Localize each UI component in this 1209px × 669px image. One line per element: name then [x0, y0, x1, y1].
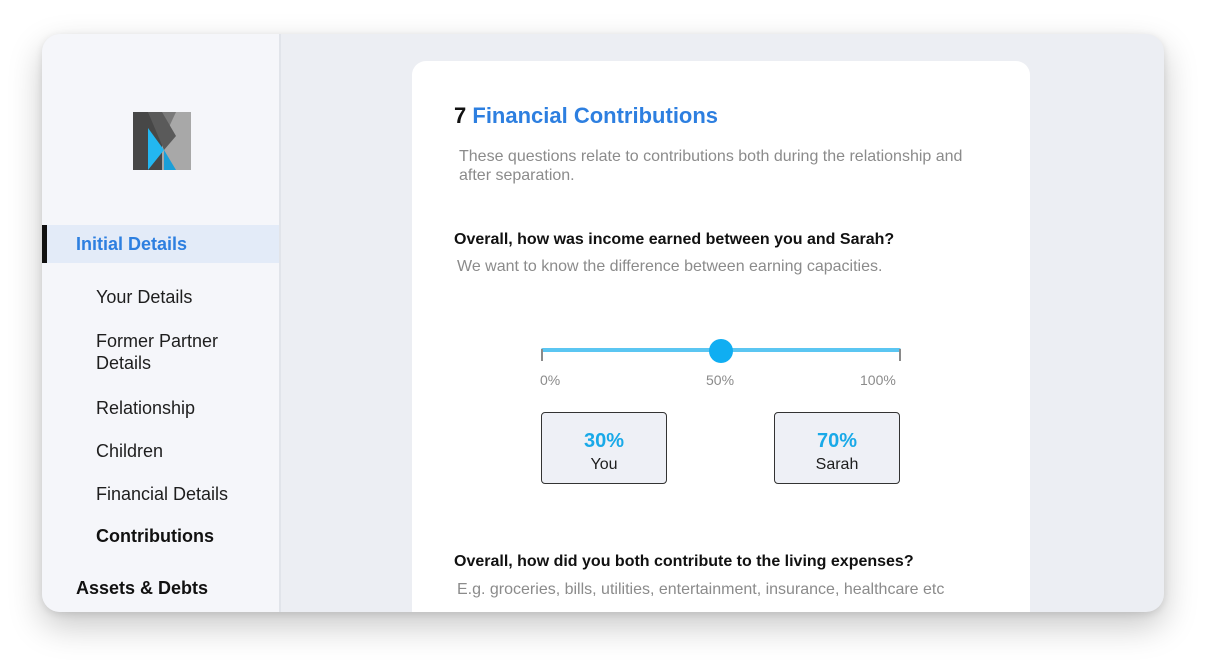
slider-tick-max [899, 349, 901, 361]
you-label: You [590, 456, 618, 473]
question-expenses-title: Overall, how did you both contribute to … [454, 553, 914, 570]
sidebar-item-relationship[interactable]: Relationship [96, 397, 195, 419]
question-income-hint: We want to know the difference between e… [457, 258, 883, 275]
step-number: 7 [454, 103, 467, 128]
partner-percentage-box[interactable]: 70% Sarah [774, 412, 900, 484]
slider-thumb[interactable] [709, 339, 733, 363]
income-split-slider[interactable] [541, 339, 901, 363]
question-income-title: Overall, how was income earned between y… [454, 231, 895, 248]
sidebar-item-children[interactable]: Children [96, 440, 163, 462]
partner-label: Sarah [815, 456, 859, 473]
slider-label-min: 0% [540, 372, 561, 388]
sidebar: Initial Details Your Details Former Part… [42, 34, 281, 612]
you-percent: 30% [583, 430, 625, 452]
brand-logo [133, 112, 191, 170]
sidebar-section-assets-debts[interactable]: Assets & Debts [76, 577, 208, 599]
intro-text: These questions relate to contributions … [459, 148, 963, 184]
slider-tick-min [541, 349, 543, 361]
page-title: 7 Financial Contributions [454, 103, 718, 129]
sidebar-item-financial-details[interactable]: Financial Details [96, 483, 228, 505]
step-title: Financial Contributions [472, 103, 719, 128]
form-card: 7 Financial Contributions These question… [412, 61, 1030, 612]
app-window: Initial Details Your Details Former Part… [42, 34, 1164, 612]
sidebar-section-label: Initial Details [76, 234, 188, 254]
slider-label-mid: 50% [706, 372, 735, 388]
partner-percent: 70% [816, 430, 858, 452]
question-expenses-hint: E.g. groceries, bills, utilities, entert… [457, 581, 945, 598]
sidebar-item-former-partner-details[interactable]: Former Partner Details [96, 330, 256, 374]
slider-label-max: 100% [860, 372, 896, 388]
sidebar-section-initial-details[interactable]: Initial Details [42, 225, 279, 263]
you-percentage-box[interactable]: 30% You [541, 412, 667, 484]
sidebar-item-your-details[interactable]: Your Details [96, 286, 192, 308]
sidebar-item-contributions[interactable]: Contributions [96, 525, 214, 547]
